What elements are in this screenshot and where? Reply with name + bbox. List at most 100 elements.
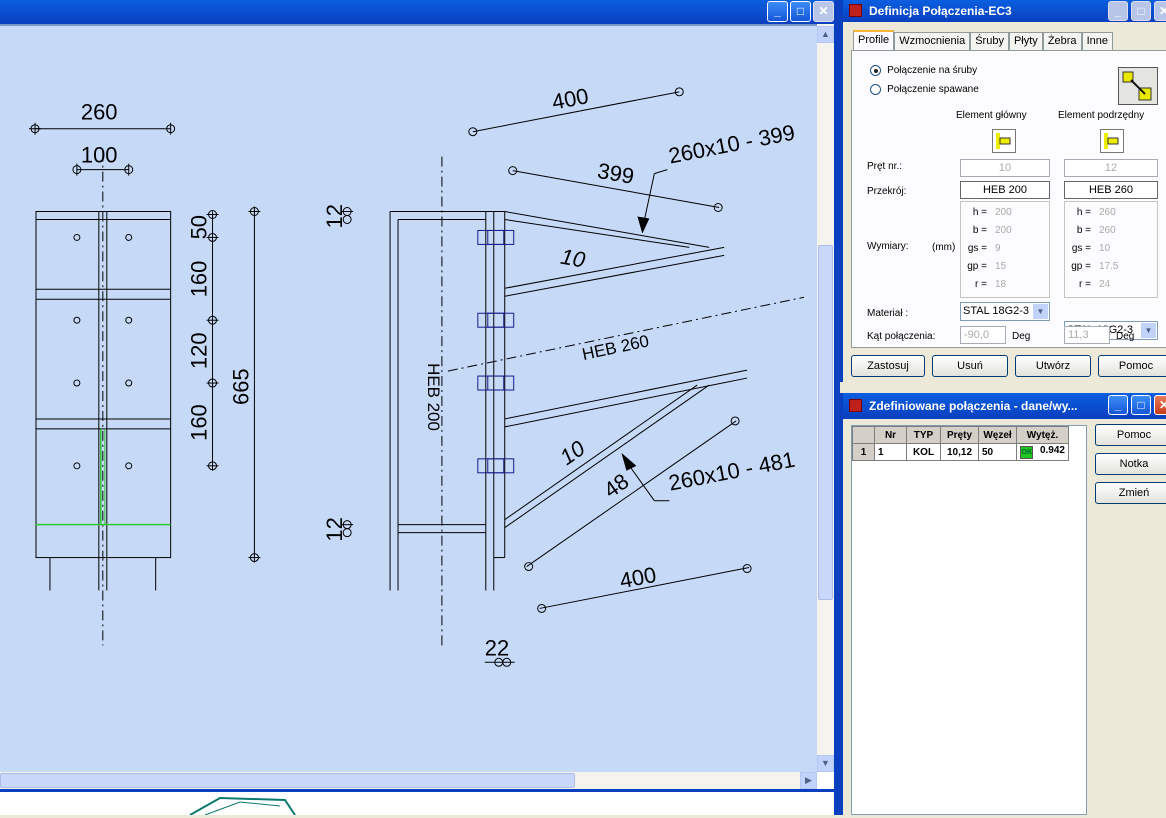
3d-view-window — [0, 789, 838, 816]
profile-panel: Połączenie na śruby Połączenie spawane E… — [851, 50, 1166, 348]
main-profile-icon[interactable] — [992, 129, 1016, 153]
chevron-down-icon[interactable]: ▼ — [1033, 304, 1048, 319]
cell-node[interactable]: 50 — [978, 443, 1017, 461]
column-header-nr[interactable]: Nr — [874, 426, 907, 444]
heb260-label: HEB 260 — [580, 331, 650, 364]
dim-665: 665 — [228, 368, 253, 405]
close-icon[interactable]: ✕ — [813, 1, 834, 22]
tab-plates[interactable]: Płyty — [1008, 32, 1043, 50]
dialog2-title: Zdefiniowane połączenia - dane/wy... — [869, 399, 1078, 413]
chevron-down-icon[interactable]: ▼ — [1141, 323, 1156, 338]
cell-bars[interactable]: 10,12 — [940, 443, 979, 461]
dim-400-bottom: 400 — [618, 562, 659, 594]
maximize-icon[interactable]: □ — [790, 1, 811, 22]
help-button[interactable]: Pomoc — [1098, 355, 1166, 377]
tab-other[interactable]: Inne — [1081, 32, 1113, 50]
bar-number-label: Pręt nr.: — [867, 161, 903, 172]
dim-120: 120 — [187, 332, 212, 369]
maximize-icon[interactable]: □ — [1131, 395, 1151, 415]
secondary-dimensions-group: h = 260 b = 260 gs = 10 gp = 17.5 r = 24 — [1064, 201, 1158, 298]
column-header-type[interactable]: TYP — [906, 426, 941, 444]
close-icon[interactable]: ✕ — [1154, 395, 1166, 415]
app-icon — [849, 4, 862, 17]
minimize-icon[interactable]: _ — [1108, 395, 1128, 415]
heb200-label: HEB 200 — [424, 363, 443, 431]
dim-10-lower: 10 — [555, 435, 590, 470]
drawing-window: _ □ ✕ 260 100 50 160 120 160 665 12 12 2… — [0, 0, 840, 816]
dim-row: gs = 10 — [1071, 243, 1111, 254]
cell-utilization[interactable]: OK 0.942 — [1016, 443, 1069, 461]
column-header-utilization[interactable]: Wytęż. — [1016, 426, 1069, 444]
radio-bolted-label: Połączenie na śruby — [887, 65, 978, 76]
dialog1-title: Definicja Połączenia-EC3 — [869, 4, 1012, 18]
connections-table-area: Nr TYP Pręty Węzeł Wytęż. 1 1 KOL 10,12 … — [851, 425, 1087, 815]
apply-button[interactable]: Zastosuj — [851, 355, 925, 377]
main-section-button[interactable]: HEB 200 — [960, 181, 1050, 199]
dim-260: 260 — [81, 100, 118, 125]
dim-10-upper: 10 — [559, 244, 588, 273]
radio-bolted[interactable]: Połączenie na śruby — [870, 64, 977, 76]
dim-row: r = 18 — [975, 279, 1007, 290]
create-button[interactable]: Utwórz — [1015, 355, 1091, 377]
utilization-value: 0.942 — [1039, 445, 1065, 456]
angle-label: Kąt połączenia: — [867, 331, 936, 342]
dim-row: gs = 9 — [967, 243, 1001, 254]
dim-160-lower: 160 — [187, 404, 212, 441]
unit-label: (mm) — [932, 242, 956, 253]
dim-50: 50 — [187, 215, 212, 239]
dimensions-label: Wymiary: — [867, 241, 909, 252]
secondary-profile-icon[interactable] — [1100, 129, 1124, 153]
cell-type[interactable]: KOL — [906, 443, 941, 461]
minimize-icon[interactable]: _ — [767, 1, 788, 22]
table-row[interactable]: 1 1 KOL 10,12 50 OK 0.942 — [852, 443, 1069, 461]
secondary-section-button[interactable]: HEB 260 — [1064, 181, 1158, 199]
dim-row: b = 200 — [972, 225, 1012, 236]
defined-connections-dialog: Zdefiniowane połączenia - dane/wy... _ □… — [840, 393, 1166, 815]
dim-row: b = 260 — [1076, 225, 1116, 236]
main-material-select[interactable]: STAL 18G2-3 ▼ — [960, 302, 1050, 321]
drawing-canvas[interactable]: 260 100 50 160 120 160 665 12 12 22 400 … — [0, 24, 817, 772]
section-label: Przekrój: — [867, 186, 907, 197]
tab-reinforcements[interactable]: Wzmocnienia — [894, 32, 971, 50]
minimize-icon[interactable]: _ — [1108, 1, 1128, 21]
dim-12-top: 12 — [322, 204, 347, 228]
dim-399: 399 — [596, 158, 636, 189]
main-angle-field: -90,0 — [960, 326, 1006, 344]
scroll-down-icon[interactable]: ▼ — [817, 755, 834, 772]
secondary-angle-field: 11,3 — [1064, 326, 1110, 344]
delete-button[interactable]: Usuń — [932, 355, 1008, 377]
secondary-bar-number-field: 12 — [1064, 159, 1158, 177]
tab-strip: Profile Wzmocnienia Śruby Płyty Żebra In… — [853, 30, 1113, 50]
radio-welded[interactable]: Połączenie spawane — [870, 83, 979, 95]
status-ok-icon: OK — [1020, 446, 1033, 459]
tab-ribs[interactable]: Żebra — [1042, 32, 1082, 50]
swap-elements-button[interactable] — [1118, 67, 1158, 105]
note-button[interactable]: Notka — [1095, 453, 1166, 475]
main-element-header: Element główny — [956, 110, 1027, 121]
horizontal-scroll-thumb[interactable] — [0, 773, 575, 788]
radio-bolted-icon[interactable] — [870, 64, 881, 76]
vertical-scroll-thumb[interactable] — [818, 245, 833, 600]
plate-label-upper: 260x10 - 399 — [666, 120, 796, 169]
main-bar-number-field: 10 — [960, 159, 1050, 177]
main-dimensions-group: h = 200 b = 200 gs = 9 gp = 15 r = 18 — [960, 201, 1050, 298]
radio-welded-icon[interactable] — [870, 83, 881, 95]
close-icon[interactable]: ✕ — [1154, 1, 1166, 21]
table-header-row: Nr TYP Pręty Węzeł Wytęż. — [852, 426, 1069, 444]
row-index: 1 — [852, 443, 875, 461]
tab-bolts[interactable]: Śruby — [970, 32, 1009, 50]
drawing-titlebar — [0, 0, 838, 24]
column-header-bars[interactable]: Pręty — [940, 426, 979, 444]
scroll-up-icon[interactable]: ▲ — [817, 26, 834, 43]
plate-label-lower: 260x10 - 481 — [666, 447, 796, 496]
dim-48: 48 — [599, 468, 633, 502]
maximize-icon[interactable]: □ — [1131, 1, 1151, 21]
scroll-right-icon[interactable]: ▶ — [800, 772, 817, 789]
column-header-node[interactable]: Węzeł — [978, 426, 1017, 444]
cell-nr[interactable]: 1 — [874, 443, 907, 461]
tab-profile[interactable]: Profile — [853, 30, 895, 50]
modify-button[interactable]: Zmień — [1095, 482, 1166, 504]
help-button[interactable]: Pomoc — [1095, 424, 1166, 446]
dim-row: r = 24 — [1079, 279, 1111, 290]
dim-row: gp = 17.5 — [1071, 261, 1119, 272]
